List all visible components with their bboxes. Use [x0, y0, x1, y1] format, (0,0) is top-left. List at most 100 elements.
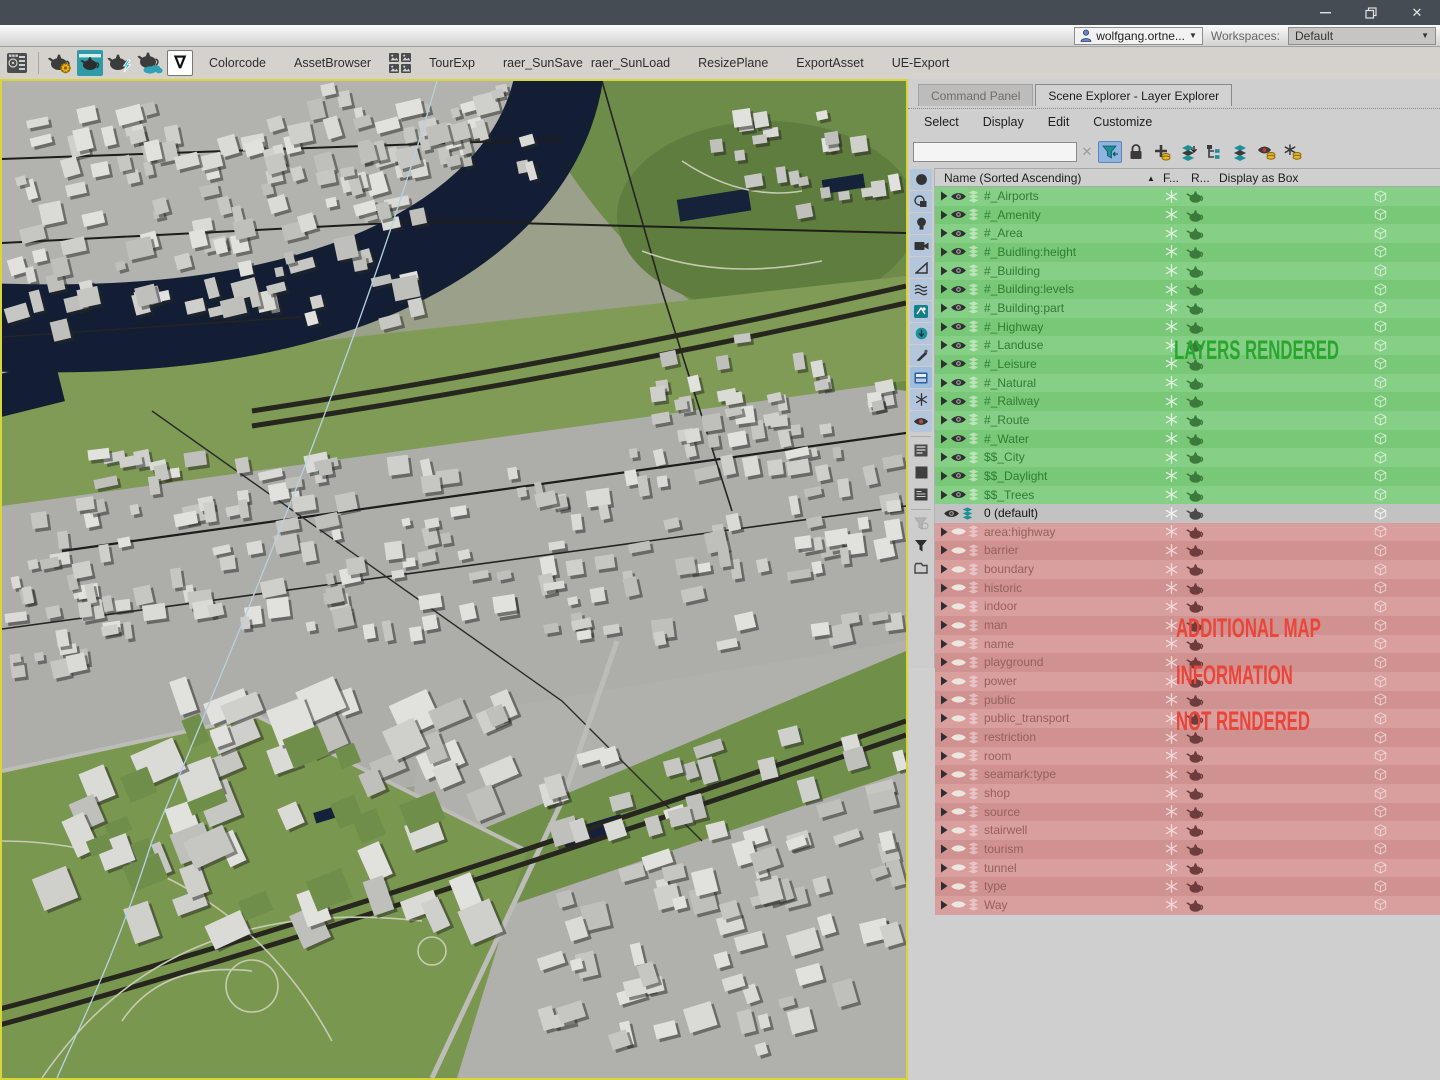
restore-icon[interactable]: [1348, 0, 1394, 25]
layer-stack-icon[interactable]: [967, 301, 980, 315]
layer-stack-icon[interactable]: [967, 227, 980, 240]
layer-name[interactable]: Way: [984, 898, 1008, 912]
renderable-teapot-icon[interactable]: [1185, 302, 1204, 315]
display-as-box-icon[interactable]: [1374, 562, 1387, 576]
layer-stack-icon[interactable]: [967, 581, 980, 594]
renderable-teapot-icon[interactable]: [1185, 582, 1204, 595]
freeze-snowflake-icon[interactable]: [1165, 823, 1178, 837]
freeze-snowflake-icon[interactable]: [1165, 879, 1178, 893]
detail-view-icon[interactable]: [910, 484, 932, 505]
display-frozen-icon[interactable]: [910, 367, 932, 388]
expand-arrow-icon[interactable]: [939, 788, 949, 798]
visibility-on-icon[interactable]: [950, 191, 967, 202]
colorcode-button[interactable]: Colorcode: [197, 50, 278, 76]
search-input[interactable]: [913, 142, 1077, 162]
render-setup-teapot-icon[interactable]: [47, 50, 73, 76]
visibility-on-icon[interactable]: [950, 321, 967, 332]
visibility-off-icon[interactable]: [950, 545, 967, 556]
visibility-on-icon[interactable]: [950, 302, 967, 313]
layer-row[interactable]: stairwell: [935, 821, 1440, 840]
layer-name[interactable]: name: [984, 637, 1014, 651]
layer-stack-icon[interactable]: [967, 730, 980, 744]
renderable-teapot-icon[interactable]: [1185, 563, 1204, 576]
display-as-box-icon[interactable]: [1374, 432, 1387, 445]
freeze-snowflake-icon[interactable]: [1165, 320, 1178, 334]
layer-stack-icon[interactable]: [967, 469, 980, 482]
filter-icon[interactable]: [1098, 141, 1122, 163]
expand-arrow-icon[interactable]: [939, 340, 949, 350]
freeze-snowflake-icon[interactable]: [1165, 525, 1178, 539]
renderable-teapot-icon[interactable]: [1185, 209, 1204, 222]
render-iterative-teapot-icon[interactable]: [107, 50, 133, 76]
layer-row[interactable]: #_Amenity: [935, 205, 1440, 225]
layer-name[interactable]: boundary: [984, 562, 1034, 576]
display-geometry-icon[interactable]: [910, 169, 932, 190]
renderable-teapot-icon[interactable]: [1185, 190, 1204, 203]
layer-row[interactable]: boundary: [935, 560, 1440, 579]
layer-stack-icon[interactable]: [967, 264, 980, 277]
freeze-snowflake-icon[interactable]: [1165, 189, 1178, 203]
expand-arrow-icon[interactable]: [939, 471, 949, 481]
renderable-teapot-icon[interactable]: [1185, 600, 1204, 614]
display-systems-icon[interactable]: [910, 301, 932, 322]
expand-arrow-icon[interactable]: [939, 210, 949, 220]
display-as-box-icon[interactable]: [1374, 507, 1387, 520]
expand-arrow-icon[interactable]: [939, 284, 949, 294]
layer-row[interactable]: #_Building:part: [935, 298, 1440, 318]
layer-stack-icon[interactable]: [967, 674, 980, 688]
expand-arrow-icon[interactable]: [939, 769, 949, 779]
workspace-select[interactable]: Default ▼: [1288, 26, 1436, 45]
visibility-on-icon[interactable]: [950, 209, 967, 220]
collect-icon[interactable]: [910, 557, 932, 578]
expand-arrow-icon[interactable]: [939, 247, 949, 257]
layer-name[interactable]: #_Building: [984, 264, 1040, 278]
freeze-snowflake-icon[interactable]: [1165, 693, 1178, 707]
expand-arrow-icon[interactable]: [939, 322, 949, 332]
layer-name[interactable]: man: [984, 618, 1007, 632]
display-bones-icon[interactable]: [910, 323, 932, 344]
layer-row[interactable]: room: [935, 746, 1440, 766]
freeze-snowflake-icon[interactable]: [1165, 581, 1178, 595]
asset-browser-button[interactable]: AssetBrowser: [282, 50, 383, 76]
layer-stack-icon[interactable]: [967, 786, 980, 800]
freeze-snowflake-icon[interactable]: [1165, 432, 1178, 445]
layer-stack-icon[interactable]: [967, 637, 980, 650]
visibility-on-icon[interactable]: [950, 284, 967, 295]
layer-name[interactable]: area:highway: [984, 525, 1055, 539]
expand-arrow-icon[interactable]: [939, 303, 949, 313]
layer-stack-icon[interactable]: [967, 320, 980, 333]
layer-stack-icon[interactable]: [961, 507, 974, 520]
column-display-as-box[interactable]: Display as Box: [1219, 171, 1298, 185]
layer-stack-icon[interactable]: [967, 842, 980, 856]
layer-name[interactable]: type: [984, 879, 1007, 893]
expand-arrow-icon[interactable]: [939, 434, 949, 444]
layer-hierarchy-icon[interactable]: [1202, 141, 1226, 163]
freeze-snowflake-icon[interactable]: [1165, 562, 1178, 576]
renderable-teapot-icon[interactable]: [1185, 321, 1204, 334]
viewport-3d-city[interactable]: [0, 79, 908, 1080]
tab-scene-explorer[interactable]: Scene Explorer - Layer Explorer: [1035, 84, 1233, 106]
visibility-off-icon[interactable]: [950, 676, 967, 687]
display-visibility-icon[interactable]: [910, 411, 932, 432]
visibility-on-icon[interactable]: [950, 452, 967, 463]
layer-stack-icon[interactable]: [967, 395, 980, 408]
layer-row[interactable]: #_Building: [935, 261, 1440, 281]
renderable-teapot-icon[interactable]: [1185, 526, 1204, 539]
layer-name[interactable]: restriction: [984, 730, 1036, 744]
layer-name[interactable]: room: [984, 749, 1011, 763]
layer-row[interactable]: $$_Trees: [935, 485, 1440, 505]
freeze-snowflake-icon[interactable]: [1165, 749, 1178, 763]
layer-row[interactable]: tunnel: [935, 858, 1440, 878]
display-as-box-icon[interactable]: [1374, 842, 1387, 856]
display-as-box-icon[interactable]: [1374, 283, 1387, 296]
visibility-off-icon[interactable]: [950, 750, 967, 761]
visibility-on-icon[interactable]: [950, 340, 967, 351]
expand-arrow-icon[interactable]: [939, 359, 949, 369]
column-name[interactable]: Name (Sorted Ascending): [944, 171, 1081, 185]
visibility-off-icon[interactable]: [950, 881, 967, 892]
layer-name[interactable]: shop: [984, 786, 1010, 800]
layer-row[interactable]: #_Railway: [935, 392, 1440, 411]
renderable-teapot-icon[interactable]: [1185, 694, 1204, 707]
expand-arrow-icon[interactable]: [939, 191, 949, 201]
display-as-box-icon[interactable]: [1374, 730, 1387, 744]
